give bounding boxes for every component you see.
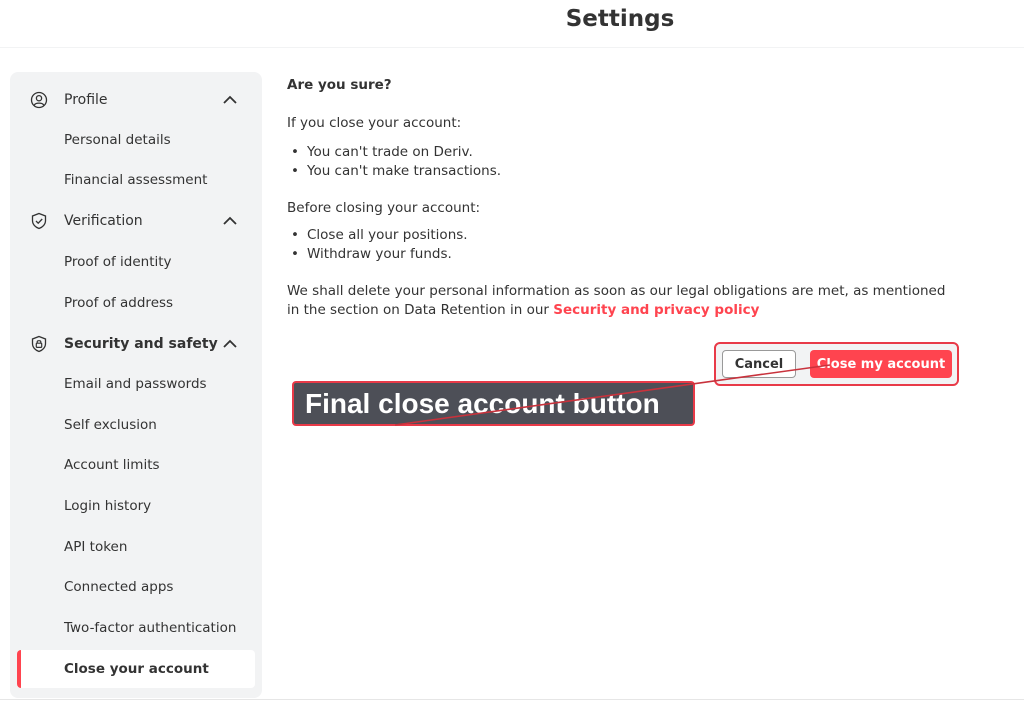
page-title: Settings <box>565 6 675 32</box>
cancel-button[interactable]: Cancel <box>722 350 796 378</box>
sidebar-item-api-token[interactable]: API token <box>17 528 255 566</box>
list-item: Withdraw your funds. <box>291 246 452 262</box>
if-close-heading: If you close your account: <box>287 115 462 131</box>
data-retention-text: We shall delete your personal informatio… <box>287 283 946 318</box>
chevron-up-icon[interactable] <box>222 93 238 107</box>
sidebar-section-label: Verification <box>64 213 143 229</box>
sidebar-item-financial-assessment[interactable]: Financial assessment <box>17 161 255 199</box>
confirmation-heading: Are you sure? <box>287 77 392 93</box>
sidebar-item-proof-of-address[interactable]: Proof of address <box>17 284 255 322</box>
sidebar-item-personal-details[interactable]: Personal details <box>17 121 255 159</box>
list-item: Close all your positions. <box>291 227 468 243</box>
settings-sidebar: Profile Personal details Financial asses… <box>10 72 262 698</box>
security-privacy-policy-link[interactable]: Security and privacy policy <box>553 302 759 318</box>
sidebar-item-proof-of-identity[interactable]: Proof of identity <box>17 243 255 281</box>
sidebar-section-label: Profile <box>64 92 108 108</box>
shield-check-icon <box>31 212 47 230</box>
sidebar-item-connected-apps[interactable]: Connected apps <box>17 568 255 606</box>
sidebar-item-self-exclusion[interactable]: Self exclusion <box>17 406 255 444</box>
sidebar-section-security-and-safety[interactable]: Security and safety <box>10 326 262 362</box>
close-my-account-button[interactable]: Close my account <box>810 350 952 378</box>
sidebar-item-close-your-account[interactable]: Close your account <box>17 650 255 688</box>
sidebar-section-verification[interactable]: Verification <box>10 203 262 239</box>
sidebar-item-account-limits[interactable]: Account limits <box>17 446 255 484</box>
chevron-up-icon[interactable] <box>222 337 238 351</box>
shield-lock-icon <box>31 335 47 353</box>
chevron-up-icon[interactable] <box>222 214 238 228</box>
sidebar-item-two-factor-authentication[interactable]: Two-factor authentication <box>17 609 255 647</box>
sidebar-item-login-history[interactable]: Login history <box>17 487 255 525</box>
sidebar-item-email-and-passwords[interactable]: Email and passwords <box>17 365 255 403</box>
list-item: You can't make transactions. <box>291 163 501 179</box>
sidebar-section-profile[interactable]: Profile <box>10 82 262 118</box>
list-item: You can't trade on Deriv. <box>291 144 473 160</box>
before-closing-heading: Before closing your account: <box>287 200 481 216</box>
sidebar-section-label: Security and safety <box>64 336 218 352</box>
user-circle-icon <box>30 91 48 109</box>
annotation-callout: Final close account button <box>292 381 695 426</box>
divider <box>0 699 1024 700</box>
page-header: Settings <box>0 0 1024 48</box>
